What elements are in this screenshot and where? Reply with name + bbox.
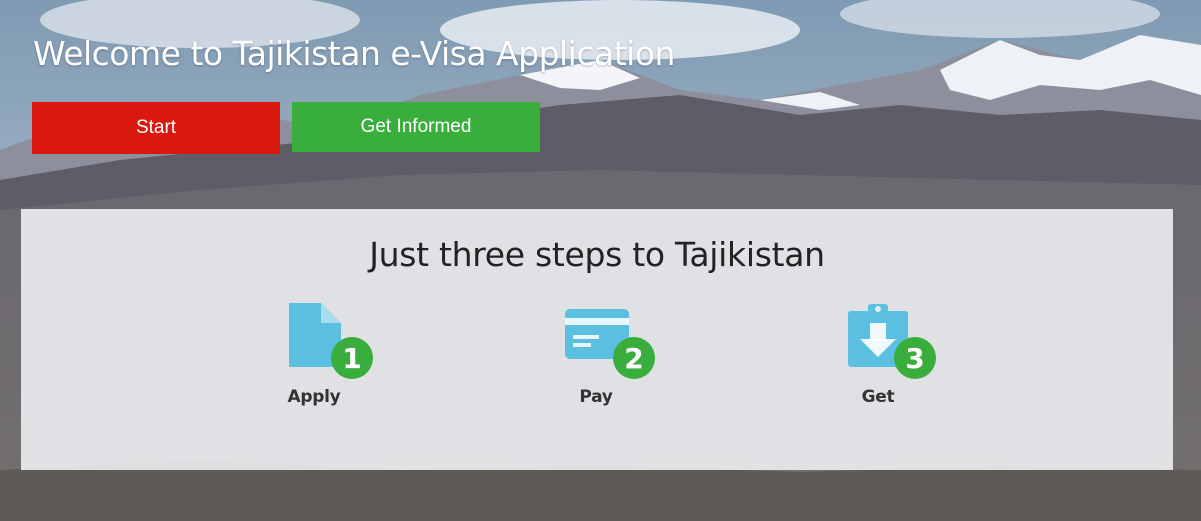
start-button[interactable]: Start: [32, 102, 280, 154]
step-number-badge: 2: [613, 337, 655, 379]
page-title: Welcome to Tajikistan e-Visa Application: [33, 34, 675, 73]
steps-panel-title: Just three steps to Tajikistan: [369, 235, 825, 274]
get-informed-button[interactable]: Get Informed: [292, 102, 540, 152]
steps-panel: Just three steps to Tajikistan 1 Apply 2…: [21, 209, 1173, 470]
step-label: Get: [861, 387, 895, 407]
step-label: Pay: [579, 387, 613, 407]
step-number-badge: 1: [331, 337, 373, 379]
hero-background: Welcome to Tajikistan e-Visa Application…: [0, 0, 1201, 521]
step-label: Apply: [287, 387, 341, 407]
step-number-badge: 3: [894, 337, 936, 379]
